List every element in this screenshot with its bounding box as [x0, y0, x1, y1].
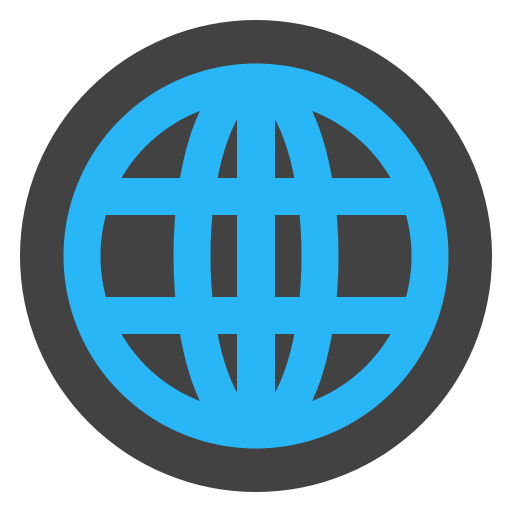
globe-axis	[237, 64, 275, 448]
app-icon-canvas	[0, 0, 512, 512]
globe-icon	[20, 20, 492, 492]
